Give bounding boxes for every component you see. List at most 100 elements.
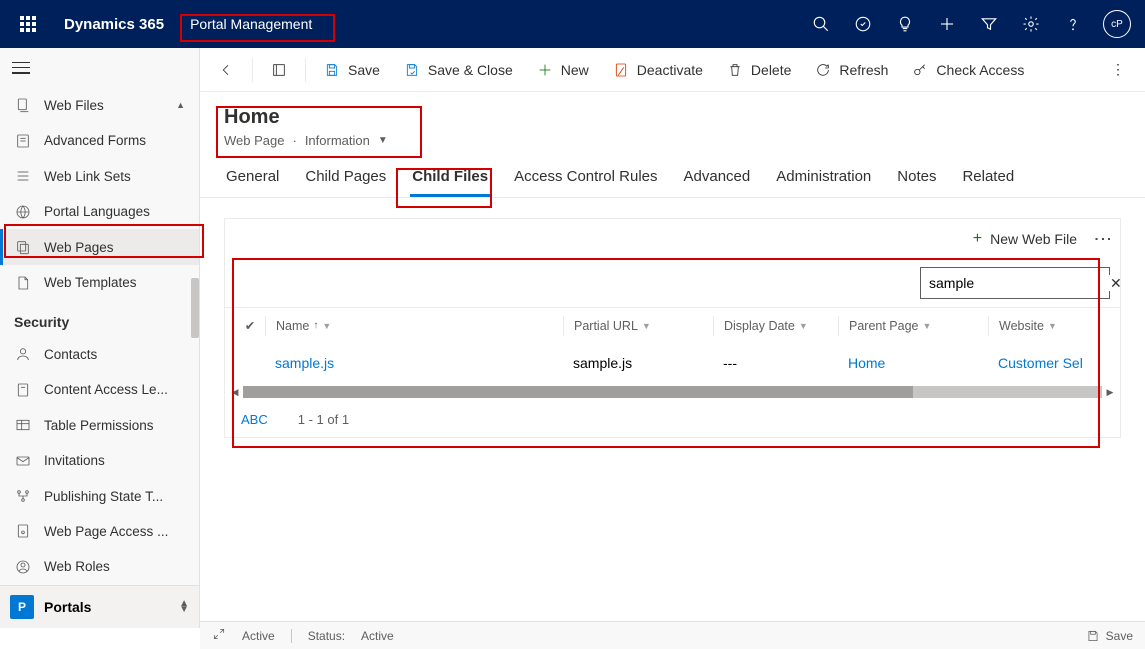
globe-icon [14, 203, 32, 221]
refresh-button[interactable]: Refresh [805, 50, 898, 90]
area-badge: P [10, 595, 34, 619]
assistant-button[interactable] [887, 6, 923, 42]
grid-header-row: ✔ Name ↑ ▼ Partial URL ▼ Display Date ▼ … [225, 307, 1120, 343]
back-button[interactable] [208, 50, 244, 90]
sidebar-item-publishing-states[interactable]: Publishing State T... [0, 478, 199, 513]
tab-child-pages[interactable]: Child Pages [303, 158, 388, 197]
deactivate-button[interactable]: Deactivate [603, 50, 713, 90]
chevron-up-icon: ▲ [176, 100, 185, 110]
cmd-label: Save & Close [428, 62, 513, 78]
sidebar-item-web-page-access[interactable]: Web Page Access ... [0, 514, 199, 549]
record-count: 1 - 1 of 1 [298, 412, 349, 427]
filter-button[interactable] [971, 6, 1007, 42]
column-header-display-date[interactable]: Display Date ▼ [713, 316, 838, 336]
cell-parent-page-link[interactable]: Home [848, 355, 885, 371]
lightbulb-icon [896, 15, 914, 33]
column-header-partial-url[interactable]: Partial URL ▼ [563, 316, 713, 336]
command-overflow[interactable]: ⋮ [1101, 50, 1137, 90]
subgrid-search[interactable]: ✕ [920, 267, 1110, 299]
app-launcher-button[interactable] [8, 4, 48, 44]
clear-search-button[interactable]: ✕ [1110, 275, 1122, 292]
plus-icon [537, 62, 553, 78]
list-icon [14, 167, 32, 185]
alpha-filter[interactable]: ABC [241, 412, 268, 427]
sidebar-item-advanced-forms[interactable]: Advanced Forms [0, 123, 199, 158]
cell-name-link[interactable]: sample.js [275, 355, 334, 371]
grid-horizontal-scrollbar[interactable]: ◀ ▶ [225, 383, 1120, 401]
new-button[interactable]: New [527, 50, 599, 90]
new-web-file-button[interactable]: + New Web File [973, 230, 1077, 248]
sidebar-area-switcher[interactable]: P Portals ▲▼ [0, 585, 199, 628]
cmd-label: Check Access [936, 62, 1024, 78]
tab-general[interactable]: General [224, 158, 281, 197]
check-access-button[interactable]: Check Access [902, 50, 1034, 90]
form-selector[interactable]: Information [305, 133, 370, 148]
column-label: Name [276, 319, 309, 333]
tab-child-files[interactable]: Child Files [410, 158, 490, 197]
key-icon [912, 62, 928, 78]
question-icon [1064, 15, 1082, 33]
record-title: Home [224, 106, 1121, 129]
sidebar-item-content-access[interactable]: Content Access Le... [0, 372, 199, 407]
search-icon [812, 15, 830, 33]
sidebar-item-label: Web Pages [44, 240, 185, 255]
task-button[interactable] [845, 6, 881, 42]
sidebar-item-label: Contacts [44, 347, 185, 362]
cell-website-link[interactable]: Customer Sel [998, 355, 1083, 371]
tab-related[interactable]: Related [960, 158, 1016, 197]
refresh-icon [815, 62, 831, 78]
sidebar-item-web-pages[interactable]: Web Pages [0, 229, 199, 264]
chevron-down-icon: ▼ [642, 321, 651, 331]
help-button[interactable] [1055, 6, 1091, 42]
cmd-label: Refresh [839, 62, 888, 78]
column-header-name[interactable]: Name ↑ ▼ [265, 316, 563, 336]
panel-icon [271, 62, 287, 78]
save-close-button[interactable]: Save & Close [394, 50, 523, 90]
site-map-sidebar: Web Files ▲ Advanced Forms Web Link Sets… [0, 48, 200, 628]
sidebar-item-table-permissions[interactable]: Table Permissions [0, 407, 199, 442]
tab-access-control-rules[interactable]: Access Control Rules [512, 158, 659, 197]
sidebar-item-label: Publishing State T... [44, 489, 185, 504]
save-button[interactable]: Save [314, 50, 390, 90]
sidebar-item-web-files[interactable]: Web Files ▲ [0, 87, 199, 122]
top-navigation-bar: Dynamics 365 Portal Management cP [0, 0, 1145, 48]
search-button[interactable] [803, 6, 839, 42]
footer-save-button[interactable]: Save [1086, 629, 1133, 643]
column-header-website[interactable]: Website ▼ [988, 316, 1083, 336]
module-title[interactable]: Portal Management [180, 12, 322, 36]
tab-notes[interactable]: Notes [895, 158, 938, 197]
expand-button[interactable] [212, 627, 226, 644]
user-avatar[interactable]: cP [1103, 10, 1131, 38]
vertical-dots-icon: ⋮ [1111, 61, 1127, 78]
sidebar-item-web-roles[interactable]: Web Roles [0, 549, 199, 584]
sidebar-item-web-templates[interactable]: Web Templates [0, 265, 199, 300]
sidebar-section-security: Security [0, 300, 199, 336]
tab-administration[interactable]: Administration [774, 158, 873, 197]
select-all-checkbox[interactable]: ✔ [235, 318, 265, 333]
scroll-left-icon[interactable]: ◀ [229, 386, 241, 398]
status-value: Active [361, 629, 394, 643]
sidebar-toggle[interactable] [0, 48, 199, 87]
add-button[interactable] [929, 6, 965, 42]
save-icon [324, 62, 340, 78]
column-header-parent-page[interactable]: Parent Page ▼ [838, 316, 988, 336]
grid-row[interactable]: sample.js sample.js --- Home Customer Se… [225, 343, 1120, 383]
sidebar-item-portal-languages[interactable]: Portal Languages [0, 194, 199, 229]
settings-button[interactable] [1013, 6, 1049, 42]
tab-advanced[interactable]: Advanced [682, 158, 753, 197]
sidebar-item-contacts[interactable]: Contacts [0, 336, 199, 371]
scroll-right-icon[interactable]: ▶ [1104, 386, 1116, 398]
open-record-set-button[interactable] [261, 50, 297, 90]
subgrid-overflow[interactable]: ⋮ [1092, 230, 1113, 249]
gear-icon [1022, 15, 1040, 33]
search-input[interactable] [929, 275, 1110, 291]
sidebar-item-label: Invitations [44, 453, 185, 468]
save-icon [1086, 629, 1100, 643]
sidebar-item-invitations[interactable]: Invitations [0, 443, 199, 478]
roles-icon [14, 558, 32, 576]
scroll-track[interactable] [243, 386, 1102, 398]
sidebar-item-web-link-sets[interactable]: Web Link Sets [0, 158, 199, 193]
sidebar-scrollbar[interactable] [191, 278, 199, 338]
delete-button[interactable]: Delete [717, 50, 801, 90]
form-icon [14, 132, 32, 150]
